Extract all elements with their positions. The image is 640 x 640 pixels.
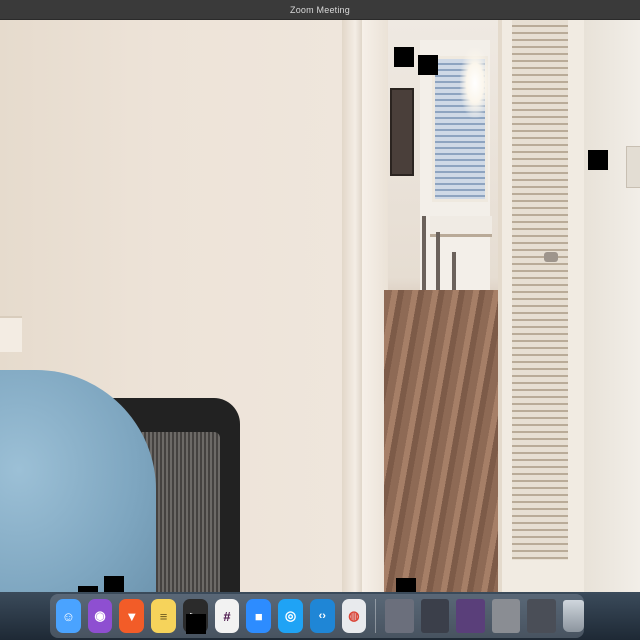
door-handle (544, 252, 558, 262)
right-wall (584, 20, 640, 592)
dock-separator (375, 599, 377, 633)
chrome-icon[interactable]: ◍ (341, 599, 367, 633)
window-thumbnail-4[interactable] (491, 599, 521, 633)
wall-shelf (0, 316, 22, 352)
redaction-box (418, 55, 438, 75)
dock-shelf: ☺ ◉ ▼ ≡ >_ # ■ ◎ ‹› ◍ (50, 594, 584, 638)
redaction-box (186, 614, 206, 634)
brave-icon[interactable]: ▼ (119, 599, 145, 633)
window-thumbnail-1[interactable] (385, 599, 414, 633)
podcasts-icon[interactable]: ◉ (87, 599, 113, 633)
slack-icon[interactable]: # (214, 599, 240, 633)
zoom-icon[interactable]: ■ (246, 599, 272, 633)
window-titlebar[interactable]: Zoom Meeting (0, 0, 640, 20)
window-thumbnail-3[interactable] (456, 599, 485, 633)
redaction-box (394, 47, 414, 67)
redaction-box (396, 578, 416, 592)
window-title: Zoom Meeting (290, 4, 350, 15)
redaction-box (104, 576, 124, 592)
wall-painting (390, 88, 414, 176)
finder-icon[interactable]: ☺ (56, 599, 81, 633)
video-feed (0, 20, 640, 592)
light-switch (626, 146, 640, 188)
safari-icon[interactable]: ◎ (278, 599, 303, 633)
bar-stool (422, 216, 426, 298)
dock: ☺ ◉ ▼ ≡ >_ # ■ ◎ ‹› ◍ (0, 592, 640, 640)
window-thumbnail-2[interactable] (420, 599, 450, 633)
wood-floor (384, 290, 514, 592)
notes-icon[interactable]: ≡ (151, 599, 176, 633)
redaction-box (588, 150, 608, 170)
wall-corner (342, 20, 364, 592)
window-thumbnail-5[interactable] (527, 599, 557, 633)
vscode-icon[interactable]: ‹› (309, 599, 335, 633)
trash-icon[interactable] (563, 600, 584, 632)
ceiling-light (460, 48, 490, 118)
door-slats (512, 20, 568, 560)
